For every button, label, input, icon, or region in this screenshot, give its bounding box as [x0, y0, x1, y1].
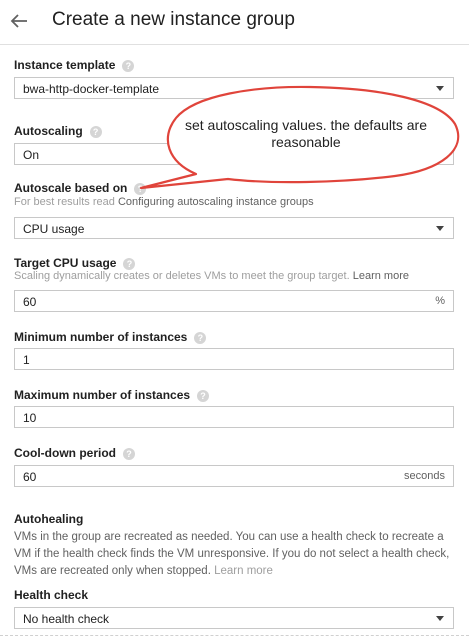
help-icon[interactable]: ?	[122, 448, 135, 460]
arrow-left-icon[interactable]	[10, 12, 28, 30]
health-check-select[interactable]: No health check	[14, 607, 454, 629]
instance-template-label: Instance template?	[14, 58, 135, 72]
min-instances-input[interactable]: 1	[14, 348, 454, 370]
max-instances-value: 10	[23, 411, 37, 425]
target-cpu-label: Target CPU usage?	[14, 256, 136, 270]
target-cpu-value: 60	[23, 295, 37, 309]
autoscale-based-on-label: Autoscale based on?	[14, 181, 147, 195]
cooldown-input[interactable]: 60 seconds	[14, 465, 454, 487]
page-header: Create a new instance group	[0, 0, 469, 45]
caret-down-icon	[436, 152, 444, 157]
help-icon[interactable]: ?	[197, 390, 210, 402]
max-instances-input[interactable]: 10	[14, 406, 454, 428]
seconds-suffix: seconds	[404, 470, 445, 482]
max-instances-label: Maximum number of instances?	[14, 388, 210, 402]
min-instances-label: Minimum number of instances?	[14, 330, 207, 344]
cooldown-value: 60	[23, 470, 37, 484]
help-icon[interactable]: ?	[122, 60, 135, 72]
caret-down-icon	[436, 86, 444, 91]
instance-template-select[interactable]: bwa-http-docker-template	[14, 77, 454, 99]
help-icon[interactable]: ?	[123, 258, 136, 270]
autoscale-based-on-value: CPU usage	[23, 222, 85, 236]
divider	[0, 635, 469, 636]
callout-text: set autoscaling values. the defaults are…	[184, 117, 428, 150]
autoscaling-value: On	[23, 148, 40, 162]
caret-down-icon	[436, 616, 444, 621]
health-check-value: No health check	[23, 612, 110, 626]
learn-more-link[interactable]: Learn more	[214, 565, 273, 577]
help-icon[interactable]: ?	[194, 332, 207, 344]
help-icon[interactable]: ?	[89, 126, 102, 138]
percent-suffix: %	[435, 295, 445, 307]
help-icon[interactable]: ?	[134, 183, 147, 195]
autoscaling-label: Autoscaling?	[14, 124, 102, 138]
min-instances-value: 1	[23, 353, 30, 367]
health-check-label: Health check	[14, 588, 89, 602]
autoscale-hint: For best results read Configuring autosc…	[14, 196, 314, 208]
instance-template-value: bwa-http-docker-template	[23, 82, 160, 96]
cooldown-label: Cool-down period?	[14, 446, 135, 460]
autohealing-title: Autohealing	[14, 512, 84, 526]
autohealing-description: VMs in the group are recreated as needed…	[14, 531, 450, 577]
autoscale-based-on-select[interactable]: CPU usage	[14, 217, 454, 239]
caret-down-icon	[436, 226, 444, 231]
configuring-autoscaling-link[interactable]: Configuring autoscaling instance groups	[118, 196, 314, 208]
page-title: Create a new instance group	[52, 9, 295, 30]
target-cpu-hint: Scaling dynamically creates or deletes V…	[14, 270, 409, 282]
target-cpu-input[interactable]: 60 %	[14, 290, 454, 312]
learn-more-link[interactable]: Learn more	[353, 270, 409, 282]
